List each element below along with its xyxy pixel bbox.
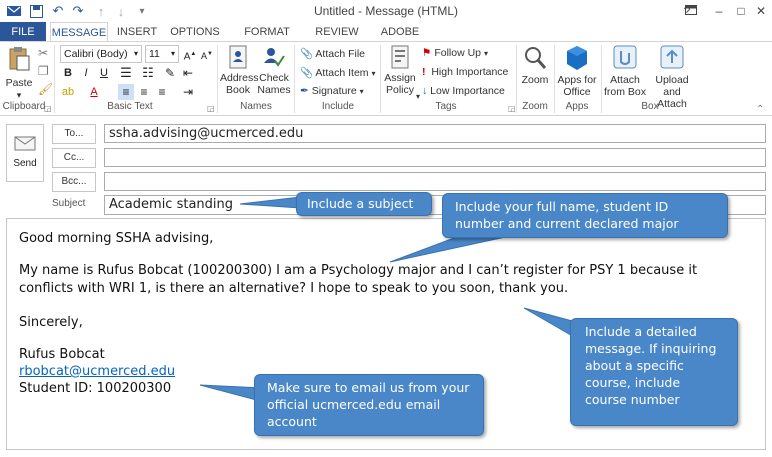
align-right-icon[interactable]: ≡ bbox=[154, 84, 170, 100]
cc-field[interactable] bbox=[104, 148, 766, 167]
collapse-ribbon-icon[interactable]: ⌃ bbox=[756, 104, 764, 115]
tab-message[interactable]: MESSAGE bbox=[50, 22, 108, 42]
address-book-button[interactable]: Address Book bbox=[220, 45, 259, 96]
office-apps-icon bbox=[567, 46, 587, 70]
down-arrow-importance-icon: ↓ bbox=[422, 85, 428, 97]
tags-group-label: Tags bbox=[435, 101, 457, 112]
high-importance-button[interactable]: ! High Importance bbox=[422, 66, 508, 78]
tab-options[interactable]: OPTIONS bbox=[168, 22, 222, 42]
font-color-icon[interactable]: A bbox=[86, 84, 102, 100]
attach-item-icon: 📎 bbox=[300, 67, 314, 79]
title-bar: ↶ ↷ ↑ ↓ ▾ Untitled - Message (HTML) ? – … bbox=[0, 0, 772, 22]
italic-icon[interactable]: I bbox=[78, 65, 94, 81]
ribbon: Paste ▾ ✂ ❐ 🖌 Clipboard ◲ Calibri (Body)… bbox=[0, 41, 772, 116]
shrink-font-icon[interactable]: A▼ bbox=[199, 46, 215, 62]
callout-official-email: Make sure to email us from your official… bbox=[254, 374, 484, 436]
tab-review[interactable]: REVIEW bbox=[312, 22, 362, 42]
send-icon bbox=[14, 136, 36, 151]
ribbon-tabs: FILE MESSAGE INSERT OPTIONS FORMAT TEXT … bbox=[0, 22, 772, 58]
underline-icon[interactable]: U bbox=[96, 65, 112, 81]
format-painter-icon[interactable]: 🖌 bbox=[38, 82, 53, 96]
bcc-button[interactable]: Bcc... bbox=[52, 172, 96, 192]
cut-icon[interactable]: ✂ bbox=[38, 46, 48, 60]
check-names-icon bbox=[264, 48, 285, 67]
exclamation-icon: ! bbox=[422, 66, 426, 78]
attach-file-button[interactable]: 📎 Attach File bbox=[300, 47, 365, 60]
align-center-icon[interactable]: ≡ bbox=[136, 84, 152, 100]
copy-icon[interactable]: ❐ bbox=[38, 64, 49, 78]
grow-font-icon[interactable]: A▲ bbox=[182, 46, 198, 62]
body-email-link[interactable]: rbobcat@ucmerced.edu bbox=[19, 364, 175, 379]
flag-icon: ⚑ bbox=[422, 47, 432, 59]
tab-insert[interactable]: INSERT bbox=[114, 22, 160, 42]
assign-policy-icon bbox=[391, 45, 409, 69]
box-attach-icon bbox=[613, 45, 637, 69]
attach-item-button[interactable]: 📎 Attach Item ▾ bbox=[300, 66, 375, 79]
paperclip-icon: 📎 bbox=[300, 48, 314, 60]
assign-policy-button[interactable]: Assign Policy ▾ bbox=[382, 45, 420, 101]
ribbon-display-options-button[interactable] bbox=[680, 2, 702, 20]
decrease-indent-icon[interactable]: ⇤ bbox=[180, 65, 196, 81]
address-book-icon bbox=[229, 45, 247, 69]
to-field[interactable]: ssha.advising@ucmerced.edu bbox=[104, 124, 766, 143]
subject-label: Subject bbox=[52, 198, 86, 209]
bcc-field[interactable] bbox=[104, 172, 766, 191]
box-group-label: Box bbox=[641, 101, 659, 112]
close-button[interactable]: ✕ bbox=[750, 2, 772, 20]
signature-icon: ✒ bbox=[300, 85, 309, 97]
clipboard-launcher-icon[interactable]: ◲ bbox=[44, 104, 52, 113]
basic-text-launcher-icon[interactable]: ◲ bbox=[207, 104, 215, 113]
font-size-select[interactable]: 11 ▾ bbox=[145, 45, 179, 63]
increase-indent-icon[interactable]: ⇥ bbox=[180, 84, 196, 100]
check-names-button[interactable]: Check Names bbox=[257, 45, 291, 96]
low-importance-button[interactable]: ↓ Low Importance bbox=[422, 85, 505, 97]
names-group-label: Names bbox=[240, 101, 272, 112]
body-greeting: Good morning SSHA advising, bbox=[19, 231, 214, 246]
bold-icon[interactable]: B bbox=[60, 65, 76, 81]
body-line-1: My name is Rufus Bobcat (100200300) I am… bbox=[19, 263, 698, 278]
body-closing: Sincerely, bbox=[19, 315, 83, 330]
body-line-2: conflicts with WRI 1, is there an altern… bbox=[19, 281, 569, 296]
zoom-group-label: Zoom bbox=[522, 101, 548, 112]
maximize-button[interactable]: □ bbox=[730, 2, 752, 20]
magnifier-icon bbox=[525, 47, 547, 69]
tab-format-text[interactable]: FORMAT TEXT bbox=[230, 22, 304, 58]
attach-from-box-button[interactable]: Attach from Box bbox=[603, 45, 647, 98]
numbering-icon[interactable]: ☷ bbox=[140, 65, 156, 81]
cc-button[interactable]: Cc... bbox=[52, 148, 96, 168]
highlight-icon[interactable]: ab bbox=[60, 84, 76, 100]
bullets-icon[interactable]: ☰ bbox=[118, 65, 134, 81]
paste-button[interactable]: Paste ▾ bbox=[4, 46, 34, 101]
apps-for-office-button[interactable]: Apps for Office bbox=[556, 45, 598, 98]
align-left-icon[interactable]: ≡ bbox=[118, 84, 134, 100]
callout-include-subject: Include a subject bbox=[296, 192, 432, 216]
paste-icon bbox=[9, 47, 30, 71]
basic-text-group-label: Basic Text bbox=[107, 101, 153, 112]
tags-launcher-icon[interactable]: ◲ bbox=[508, 104, 516, 113]
to-button[interactable]: To... bbox=[52, 124, 96, 144]
send-button[interactable]: Send bbox=[6, 124, 44, 182]
minimize-button[interactable]: – bbox=[708, 2, 730, 20]
include-group-label: Include bbox=[321, 101, 355, 112]
body-student-id: Student ID: 100200300 bbox=[19, 381, 172, 396]
window-title: Untitled - Message (HTML) bbox=[313, 4, 459, 18]
tab-adobe-pdf[interactable]: ADOBE PDF bbox=[370, 22, 430, 58]
apps-group-label: Apps bbox=[565, 101, 589, 112]
body-name: Rufus Bobcat bbox=[19, 347, 105, 362]
callout-detailed-message: Include a detailed message. If inquiring… bbox=[570, 318, 738, 426]
box-upload-icon bbox=[660, 45, 684, 69]
clipboard-group-label: Clipboard bbox=[2, 101, 46, 112]
zoom-button[interactable]: Zoom bbox=[519, 45, 551, 86]
font-name-select[interactable]: Calibri (Body) ▾ bbox=[60, 45, 142, 63]
clear-formatting-icon[interactable]: ✎ bbox=[162, 65, 178, 81]
tab-file[interactable]: FILE bbox=[0, 22, 46, 42]
signature-button[interactable]: ✒ Signature ▾ bbox=[300, 85, 364, 97]
callout-full-name: Include your full name, student ID numbe… bbox=[442, 193, 728, 238]
follow-up-button[interactable]: ⚑ Follow Up ▾ bbox=[422, 47, 488, 59]
